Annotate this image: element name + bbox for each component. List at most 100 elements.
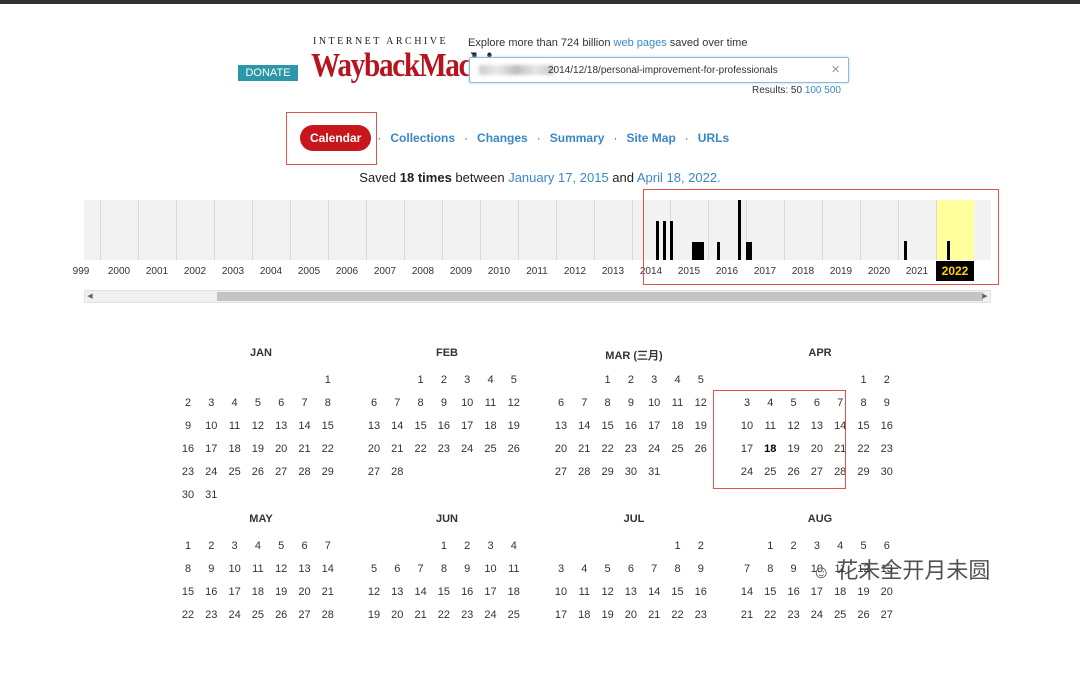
calendar-day[interactable]: 19 <box>503 419 525 433</box>
calendar-day[interactable]: 2 <box>433 373 455 387</box>
calendar-day[interactable]: 3 <box>200 396 222 410</box>
year-column-2004[interactable] <box>252 200 290 260</box>
donate-button[interactable]: DONATE <box>238 65 298 81</box>
calendar-day[interactable]: 8 <box>759 562 781 576</box>
calendar-day[interactable]: 9 <box>177 419 199 433</box>
calendar-day[interactable]: 20 <box>550 442 572 456</box>
url-search-box[interactable]: × <box>469 57 849 83</box>
calendar-day[interactable]: 16 <box>456 585 478 599</box>
calendar-day[interactable]: 26 <box>503 442 525 456</box>
calendar-day[interactable]: 16 <box>620 419 642 433</box>
calendar-day[interactable]: 9 <box>620 396 642 410</box>
calendar-day[interactable]: 7 <box>317 539 339 553</box>
calendar-day[interactable]: 1 <box>597 373 619 387</box>
calendar-day[interactable]: 2 <box>177 396 199 410</box>
year-column-2010[interactable] <box>480 200 518 260</box>
year-column-2002[interactable] <box>176 200 214 260</box>
year-column-2011[interactable] <box>518 200 556 260</box>
year-column-1999[interactable] <box>84 200 100 260</box>
calendar-day[interactable]: 5 <box>597 562 619 576</box>
tab-changes[interactable]: Changes <box>477 131 528 145</box>
calendar-day[interactable]: 11 <box>573 585 595 599</box>
scroll-right-icon[interactable]: ▶ <box>980 291 990 302</box>
calendar-day[interactable]: 1 <box>853 373 875 387</box>
year-column-2005[interactable] <box>290 200 328 260</box>
calendar-day[interactable]: 19 <box>597 608 619 622</box>
calendar-day[interactable]: 13 <box>550 419 572 433</box>
calendar-day[interactable]: 8 <box>433 562 455 576</box>
calendar-day[interactable]: 18 <box>503 585 525 599</box>
calendar-day[interactable]: 21 <box>294 442 316 456</box>
calendar-day[interactable]: 9 <box>783 562 805 576</box>
calendar-day[interactable]: 3 <box>224 539 246 553</box>
timeline-scrollbar[interactable]: ◀ ▶ <box>84 290 991 303</box>
calendar-day[interactable]: 24 <box>806 608 828 622</box>
calendar-day[interactable]: 3 <box>643 373 665 387</box>
calendar-day[interactable]: 24 <box>224 608 246 622</box>
calendar-day[interactable]: 3 <box>550 562 572 576</box>
calendar-day[interactable]: 28 <box>573 465 595 479</box>
calendar-day[interactable]: 19 <box>363 608 385 622</box>
calendar-day[interactable]: 4 <box>503 539 525 553</box>
calendar-day[interactable]: 8 <box>410 396 432 410</box>
calendar-day[interactable]: 11 <box>503 562 525 576</box>
calendar-day[interactable]: 5 <box>690 373 712 387</box>
calendar-day[interactable]: 15 <box>410 419 432 433</box>
calendar-day[interactable]: 21 <box>736 608 758 622</box>
calendar-day[interactable]: 12 <box>597 585 619 599</box>
calendar-day[interactable]: 11 <box>247 562 269 576</box>
calendar-day[interactable]: 3 <box>806 539 828 553</box>
year-label-2013[interactable]: 2013 <box>594 266 632 277</box>
calendar-day[interactable]: 9 <box>876 396 898 410</box>
calendar-day[interactable]: 5 <box>270 539 292 553</box>
calendar-day[interactable]: 4 <box>247 539 269 553</box>
calendar-day[interactable]: 5 <box>247 396 269 410</box>
year-label-2007[interactable]: 2007 <box>366 266 404 277</box>
calendar-day[interactable]: 4 <box>667 373 689 387</box>
calendar-day[interactable]: 12 <box>270 562 292 576</box>
scroll-left-icon[interactable]: ◀ <box>85 291 95 302</box>
calendar-day[interactable]: 17 <box>480 585 502 599</box>
calendar-day[interactable]: 14 <box>317 562 339 576</box>
calendar-day[interactable]: 18 <box>247 585 269 599</box>
calendar-day[interactable]: 22 <box>597 442 619 456</box>
calendar-day[interactable]: 21 <box>386 442 408 456</box>
calendar-day[interactable]: 15 <box>597 419 619 433</box>
year-label-2000[interactable]: 2000 <box>100 266 138 277</box>
calendar-day[interactable]: 25 <box>503 608 525 622</box>
calendar-day[interactable]: 22 <box>177 608 199 622</box>
calendar-day[interactable]: 21 <box>643 608 665 622</box>
calendar-day[interactable]: 1 <box>759 539 781 553</box>
calendar-day[interactable]: 8 <box>177 562 199 576</box>
year-column-2012[interactable] <box>556 200 594 260</box>
calendar-day[interactable]: 15 <box>667 585 689 599</box>
calendar-day[interactable]: 18 <box>480 419 502 433</box>
calendar-day[interactable]: 6 <box>363 396 385 410</box>
year-column-2008[interactable] <box>404 200 442 260</box>
calendar-day[interactable]: 12 <box>247 419 269 433</box>
calendar-day[interactable]: 1 <box>410 373 432 387</box>
year-label-2005[interactable]: 2005 <box>290 266 328 277</box>
year-label-2001[interactable]: 2001 <box>138 266 176 277</box>
calendar-day[interactable]: 6 <box>876 539 898 553</box>
calendar-day[interactable]: 20 <box>386 608 408 622</box>
calendar-day[interactable]: 23 <box>690 608 712 622</box>
results-100-link[interactable]: 100 <box>805 85 822 96</box>
calendar-day[interactable]: 29 <box>597 465 619 479</box>
calendar-day[interactable]: 23 <box>876 442 898 456</box>
calendar-day[interactable]: 27 <box>876 608 898 622</box>
calendar-day[interactable]: 11 <box>480 396 502 410</box>
year-column-2003[interactable] <box>214 200 252 260</box>
year-label-1999[interactable]: 999 <box>62 266 100 277</box>
calendar-day[interactable]: 19 <box>270 585 292 599</box>
calendar-day[interactable]: 24 <box>200 465 222 479</box>
calendar-day[interactable]: 4 <box>573 562 595 576</box>
calendar-day[interactable]: 16 <box>876 419 898 433</box>
year-label-2009[interactable]: 2009 <box>442 266 480 277</box>
calendar-day[interactable]: 15 <box>853 419 875 433</box>
scrollbar-thumb[interactable] <box>217 292 983 301</box>
calendar-day[interactable]: 7 <box>294 396 316 410</box>
calendar-day[interactable]: 28 <box>294 465 316 479</box>
year-label-2006[interactable]: 2006 <box>328 266 366 277</box>
calendar-day[interactable]: 1 <box>433 539 455 553</box>
